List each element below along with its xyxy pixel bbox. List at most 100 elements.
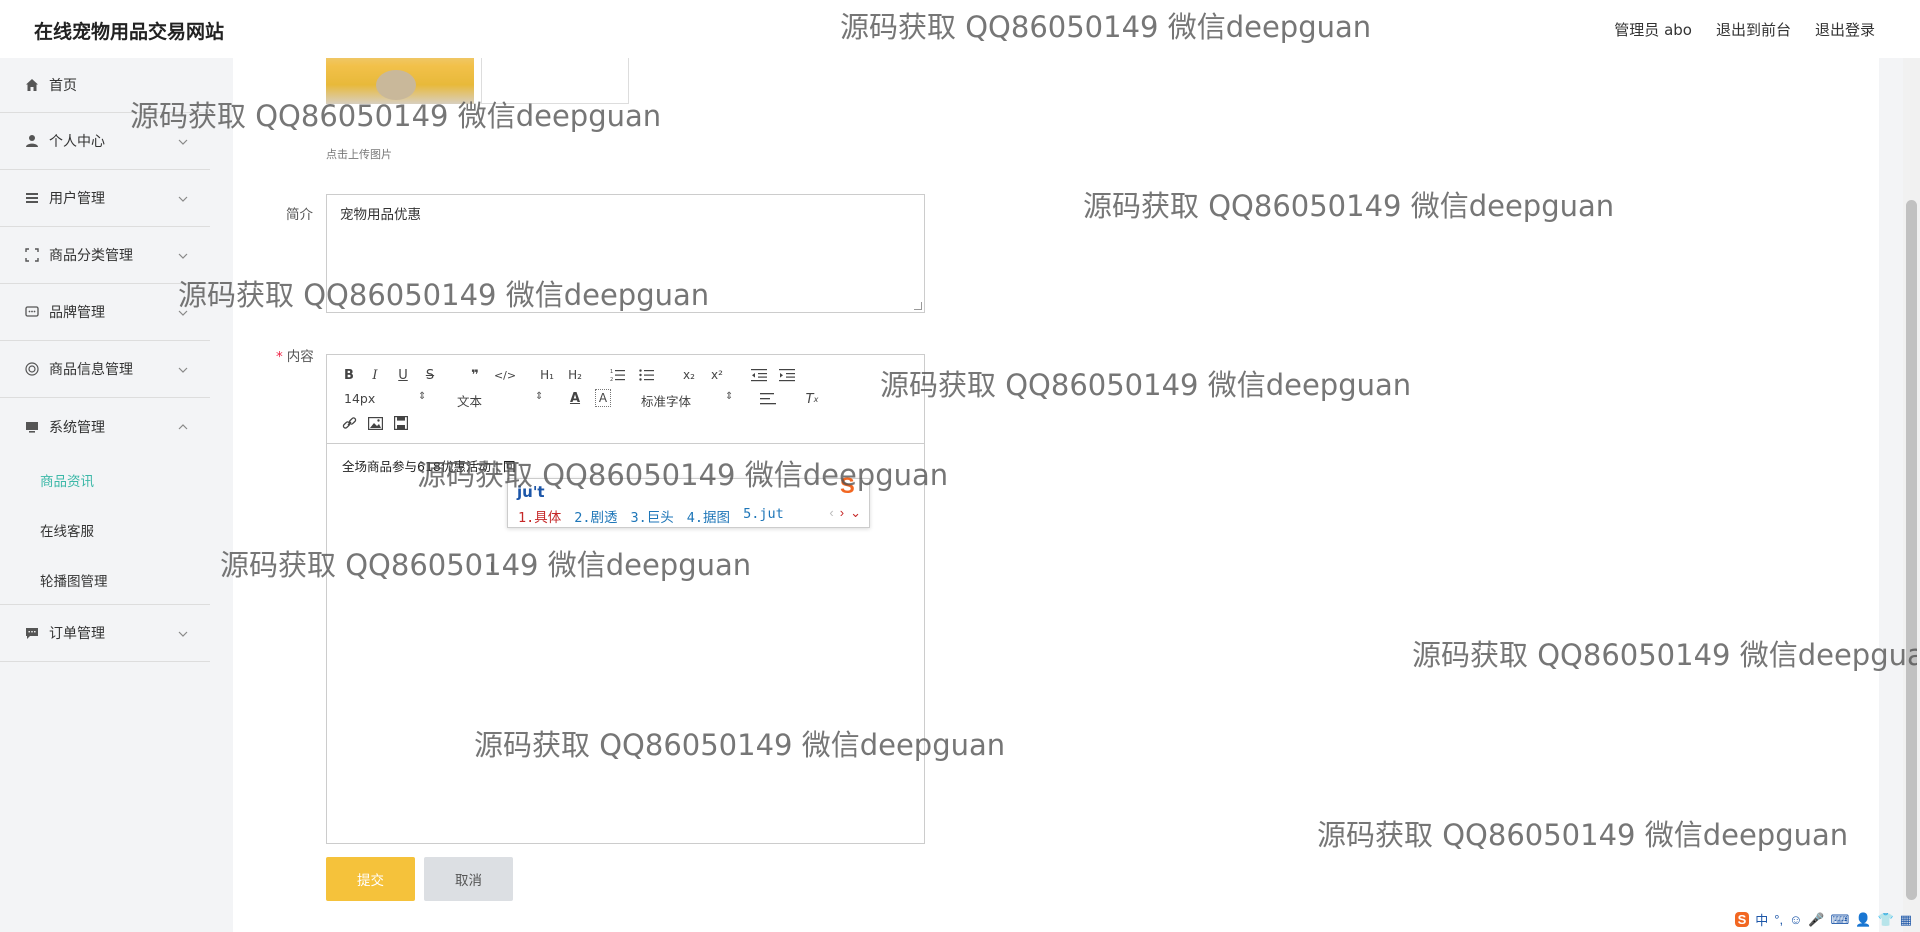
superscript-icon[interactable]: x² — [707, 367, 727, 383]
chat-icon — [24, 304, 40, 320]
sogou-logo-icon: S — [840, 473, 855, 498]
chevron-right-icon[interactable]: › — [840, 505, 844, 521]
ime-candidate[interactable]: 3.巨头 — [631, 506, 674, 526]
blockquote-icon[interactable]: ❞ — [467, 367, 483, 383]
ordered-list-icon[interactable]: 12 — [609, 367, 627, 383]
ime-candidate-list: 1.具体 2.剧透 3.巨头 4.据图 5.jut — [518, 506, 784, 526]
link-icon[interactable] — [341, 415, 357, 431]
code-block-icon[interactable]: </> — [494, 367, 516, 383]
sidebar-item-label: 个人中心 — [49, 134, 105, 150]
ime-candidate-popup[interactable]: ju't S 1.具体 2.剧透 3.巨头 4.据图 5.jut ‹ › ⌄ — [507, 473, 870, 528]
page-scrollbar[interactable] — [1903, 0, 1920, 932]
ime-candidate[interactable]: 1.具体 — [518, 506, 561, 526]
underline-icon[interactable]: U — [395, 367, 411, 383]
punctuation-indicator[interactable]: °, — [1774, 912, 1783, 927]
intro-value: 宠物用品优惠 — [340, 207, 421, 223]
top-bar: 在线宠物用品交易网站 管理员 abo 退出到前台 退出登录 — [0, 0, 1920, 58]
chevron-down-icon[interactable]: ⌄ — [850, 505, 861, 521]
chevron-up-icon — [178, 418, 188, 434]
sidebar-item-product-management[interactable]: 商品信息管理 — [0, 341, 210, 398]
chinese-mode-indicator[interactable]: 中 — [1755, 910, 1768, 929]
sogou-icon[interactable]: S — [1734, 912, 1750, 927]
editor-text: 全场商品参与618优惠活动 | 回 — [342, 459, 516, 474]
monitor-icon — [24, 419, 40, 435]
chevron-down-icon — [178, 190, 188, 206]
sidebar-item-label: 商品分类管理 — [49, 248, 133, 264]
bullet-list-icon[interactable] — [638, 367, 656, 383]
font-size-select[interactable]: 14px ⇕ — [344, 391, 428, 407]
emoji-icon[interactable]: ☺ — [1789, 912, 1802, 927]
ime-candidate[interactable]: 2.剧透 — [574, 506, 617, 526]
scrollbar-thumb[interactable] — [1906, 200, 1917, 900]
intro-label: 简介 — [286, 207, 313, 223]
sidebar-item-user-management[interactable]: 用户管理 — [0, 170, 210, 227]
sidebar-subitem-product-news[interactable]: 商品资讯 — [0, 455, 210, 505]
ime-nav: ‹ › ⌄ — [829, 505, 861, 521]
sidebar-item-label: 商品信息管理 — [49, 362, 133, 378]
sidebar-item-label: 订单管理 — [49, 626, 105, 642]
chevron-left-icon[interactable]: ‹ — [829, 505, 833, 521]
outdent-icon[interactable] — [750, 367, 768, 383]
rich-text-editor[interactable]: B I U S ❞ </> H₁ H₂ 12 x₂ x² 14px ⇕ 文本 ⇕… — [326, 354, 925, 844]
font-family-select[interactable]: 标准字体 ⇕ — [641, 391, 736, 409]
ime-status-bar: S 中 °, ☺ 🎤 ⌨ 👤 👕 ▦ — [1734, 910, 1912, 929]
sidebar-item-category-management[interactable]: 商品分类管理 — [0, 227, 210, 284]
chevron-down-icon — [178, 133, 188, 149]
font-size-value: 14px — [344, 391, 376, 406]
sidebar-item-system-management[interactable]: 系统管理 — [0, 398, 210, 455]
cancel-button[interactable]: 取消 — [424, 857, 513, 901]
list-icon — [24, 190, 40, 206]
heading-1-icon[interactable]: H₁ — [537, 367, 557, 383]
chevron-down-icon — [178, 304, 188, 320]
sidebar-item-label: 品牌管理 — [49, 305, 105, 321]
align-icon[interactable] — [759, 391, 777, 407]
strikethrough-icon[interactable]: S — [422, 367, 438, 383]
sidebar-item-label: 首页 — [49, 78, 77, 94]
intro-textarea[interactable]: 宠物用品优惠 — [326, 194, 925, 313]
ime-candidate[interactable]: 4.据图 — [687, 506, 730, 526]
heading-2-icon[interactable]: H₂ — [565, 367, 585, 383]
upload-hint[interactable]: 点击上传图片 — [326, 146, 392, 162]
svg-text:2: 2 — [610, 377, 613, 382]
sidebar-item-home[interactable]: 首页 — [0, 58, 210, 113]
editor-toolbar: B I U S ❞ </> H₁ H₂ 12 x₂ x² 14px ⇕ 文本 ⇕… — [327, 355, 924, 444]
resize-handle[interactable] — [914, 302, 922, 310]
logout-link[interactable]: 退出登录 — [1815, 19, 1875, 40]
sidebar-item-order-management[interactable]: 订单管理 — [0, 605, 210, 662]
submit-button[interactable]: 提交 — [326, 857, 415, 901]
background-color-icon[interactable]: A — [595, 389, 611, 407]
sidebar-subitem-carousel[interactable]: 轮播图管理 — [0, 555, 210, 605]
sidebar-item-brand-management[interactable]: 品牌管理 — [0, 284, 210, 341]
text-style-select[interactable]: 文本 ⇕ — [457, 391, 545, 409]
required-mark: * — [276, 349, 283, 365]
chevron-down-icon — [178, 361, 188, 377]
microphone-icon[interactable]: 🎤 — [1808, 912, 1824, 928]
keyboard-icon[interactable]: ⌨ — [1831, 912, 1850, 928]
image-icon[interactable] — [367, 415, 383, 431]
bold-icon[interactable]: B — [341, 367, 357, 383]
indent-icon[interactable] — [778, 367, 796, 383]
subscript-icon[interactable]: x₂ — [679, 367, 699, 383]
home-icon — [24, 77, 40, 93]
font-family-value: 标准字体 — [641, 394, 692, 409]
select-arrows-icon: ⇕ — [418, 391, 427, 402]
font-color-icon[interactable]: A — [567, 389, 583, 407]
chevron-down-icon — [178, 625, 188, 641]
video-icon[interactable] — [393, 415, 409, 431]
site-title: 在线宠物用品交易网站 — [34, 21, 225, 43]
toolbox-icon[interactable]: ▦ — [1900, 912, 1912, 928]
target-icon — [24, 361, 40, 377]
select-arrows-icon: ⇕ — [535, 391, 544, 402]
skin-icon[interactable]: 👕 — [1878, 912, 1894, 928]
ime-candidate[interactable]: 5.jut — [743, 506, 784, 526]
clear-format-icon[interactable]: Tx — [803, 391, 821, 407]
ime-input: ju't — [517, 483, 545, 501]
italic-icon[interactable]: I — [367, 367, 383, 383]
back-to-front-link[interactable]: 退出到前台 — [1716, 19, 1791, 40]
admin-label: 管理员 abo — [1614, 21, 1692, 39]
message-icon — [24, 625, 40, 641]
sidebar-item-personal-center[interactable]: 个人中心 — [0, 113, 210, 170]
user-icon[interactable]: 👤 — [1855, 912, 1871, 928]
sidebar-subitem-online-service[interactable]: 在线客服 — [0, 505, 210, 555]
scan-icon — [24, 247, 40, 263]
